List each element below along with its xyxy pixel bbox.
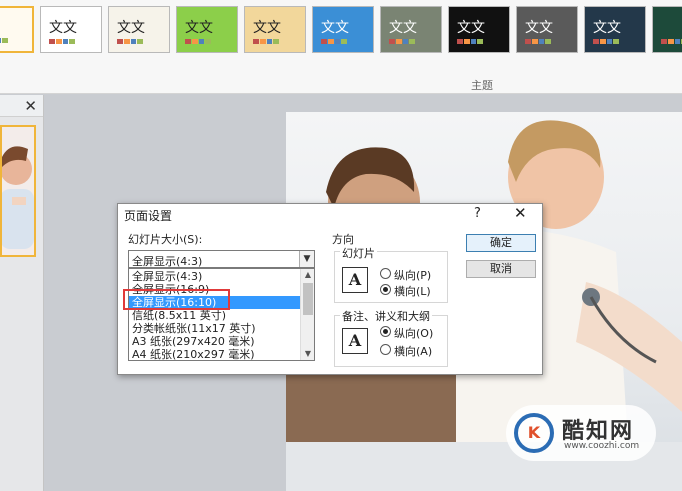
help-button[interactable]: ? xyxy=(474,206,481,221)
slides-portrait-label[interactable]: 纵向(P) xyxy=(394,267,431,283)
slides-group-label: 幻灯片 xyxy=(340,245,377,261)
theme-color-swatches xyxy=(661,39,682,44)
dialog-title: 页面设置 xyxy=(124,209,173,223)
theme-color-swatches xyxy=(253,39,279,44)
theme-thumbnail[interactable]: 文文 xyxy=(108,6,170,53)
slides-landscape-label[interactable]: 横向(L) xyxy=(394,283,431,299)
watermark-logo: K xyxy=(514,413,554,453)
thumbnail-pane-header: ✕ xyxy=(0,95,43,117)
theme-color-swatches xyxy=(593,39,619,44)
notes-portrait-label[interactable]: 纵向(O) xyxy=(394,325,433,341)
slides-landscape-radio[interactable] xyxy=(380,284,391,295)
theme-thumbnail[interactable]: 文文 xyxy=(584,6,646,53)
cancel-button[interactable]: 取消 xyxy=(466,260,536,278)
slide-size-option[interactable]: 分类帐纸张(11x17 英寸) xyxy=(129,322,301,335)
theme-color-swatches xyxy=(49,39,75,44)
slide-size-label: 幻灯片大小(S): xyxy=(128,233,203,246)
watermark-url: www.coozhi.com xyxy=(564,441,640,451)
slide-size-option[interactable]: A3 纸张(297x420 毫米) xyxy=(129,335,301,348)
highlight-annotation-box xyxy=(123,289,230,310)
page-setup-dialog: 页面设置 ? ✕ 幻灯片大小(S): 全屏显示(4:3) ▼ 全屏显示(4:3)… xyxy=(117,203,543,375)
theme-thumbnail[interactable]: 文文 xyxy=(380,6,442,53)
theme-thumbnail[interactable]: 文文 xyxy=(448,6,510,53)
notes-landscape-radio[interactable] xyxy=(380,344,391,355)
theme-sample-text: 文文 xyxy=(253,20,281,36)
theme-color-swatches xyxy=(0,38,8,43)
site-watermark: K 酷知网 www.coozhi.com xyxy=(506,405,656,461)
theme-color-swatches xyxy=(117,39,143,44)
notes-orientation-icon: A xyxy=(342,328,368,354)
theme-thumbnail[interactable]: 文文 xyxy=(312,6,374,53)
theme-sample-text: 文文 xyxy=(49,20,77,36)
scroll-down-icon[interactable]: ▼ xyxy=(301,349,314,358)
list-scrollbar[interactable]: ▲ ▼ xyxy=(300,269,314,360)
theme-sample-text: 文文 xyxy=(525,20,553,36)
notes-portrait-radio[interactable] xyxy=(380,326,391,337)
theme-color-swatches xyxy=(457,39,483,44)
theme-color-swatches xyxy=(389,39,415,44)
themes-group-label: 主题 xyxy=(471,79,493,92)
theme-thumbnail[interactable]: 文文 xyxy=(244,6,306,53)
slides-portrait-radio[interactable] xyxy=(380,268,391,279)
notes-group-label: 备注、讲义和大纲 xyxy=(340,308,432,324)
theme-thumbnail[interactable]: 文文 xyxy=(40,6,102,53)
theme-sample-text: 文文 xyxy=(457,20,485,36)
close-icon[interactable]: ✕ xyxy=(24,97,37,115)
thumbnail-photo xyxy=(2,146,34,249)
slide-size-dropdown[interactable]: 全屏显示(4:3) ▼ xyxy=(128,250,315,268)
slide-size-option[interactable]: 全屏显示(4:3) xyxy=(129,270,301,283)
slide-thumbnail[interactable] xyxy=(0,125,36,257)
slide-orientation-icon: A xyxy=(342,267,368,293)
theme-sample-text: 文文 xyxy=(321,20,349,36)
theme-sample-text: 文文 xyxy=(389,20,417,36)
close-button[interactable]: ✕ xyxy=(514,204,527,222)
slide-size-options-list[interactable]: 全屏显示(4:3) 全屏显示(16:9) 全屏显示(16:10) 信纸(8.5x11 … xyxy=(128,268,315,361)
theme-color-swatches xyxy=(321,39,347,44)
slide-thumbnail-pane: ✕ xyxy=(0,95,44,491)
scroll-up-icon[interactable]: ▲ xyxy=(301,270,314,279)
theme-thumbnail[interactable]: 文文 xyxy=(176,6,238,53)
slide-size-option[interactable]: 信纸(8.5x11 英寸) xyxy=(129,309,301,322)
ribbon: 文文 文文 文文 文文 文文 文文 文文 文文 文文 主题 xyxy=(0,0,682,94)
theme-thumbnail[interactable] xyxy=(0,6,34,53)
slide-size-value: 全屏显示(4:3) xyxy=(132,255,203,268)
theme-color-swatches xyxy=(185,39,211,44)
theme-sample-text: 文文 xyxy=(117,20,145,36)
scrollbar-thumb[interactable] xyxy=(303,283,313,315)
theme-thumbnail[interactable] xyxy=(652,6,682,53)
slide-size-option[interactable]: A4 纸张(210x297 毫米) xyxy=(129,348,301,360)
notes-landscape-label[interactable]: 横向(A) xyxy=(394,343,432,359)
theme-color-swatches xyxy=(525,39,551,44)
theme-sample-text: 文文 xyxy=(185,20,213,36)
chevron-down-icon[interactable]: ▼ xyxy=(299,251,314,267)
ok-button[interactable]: 确定 xyxy=(466,234,536,252)
theme-sample-text: 文文 xyxy=(593,20,621,36)
theme-thumbnail[interactable]: 文文 xyxy=(516,6,578,53)
